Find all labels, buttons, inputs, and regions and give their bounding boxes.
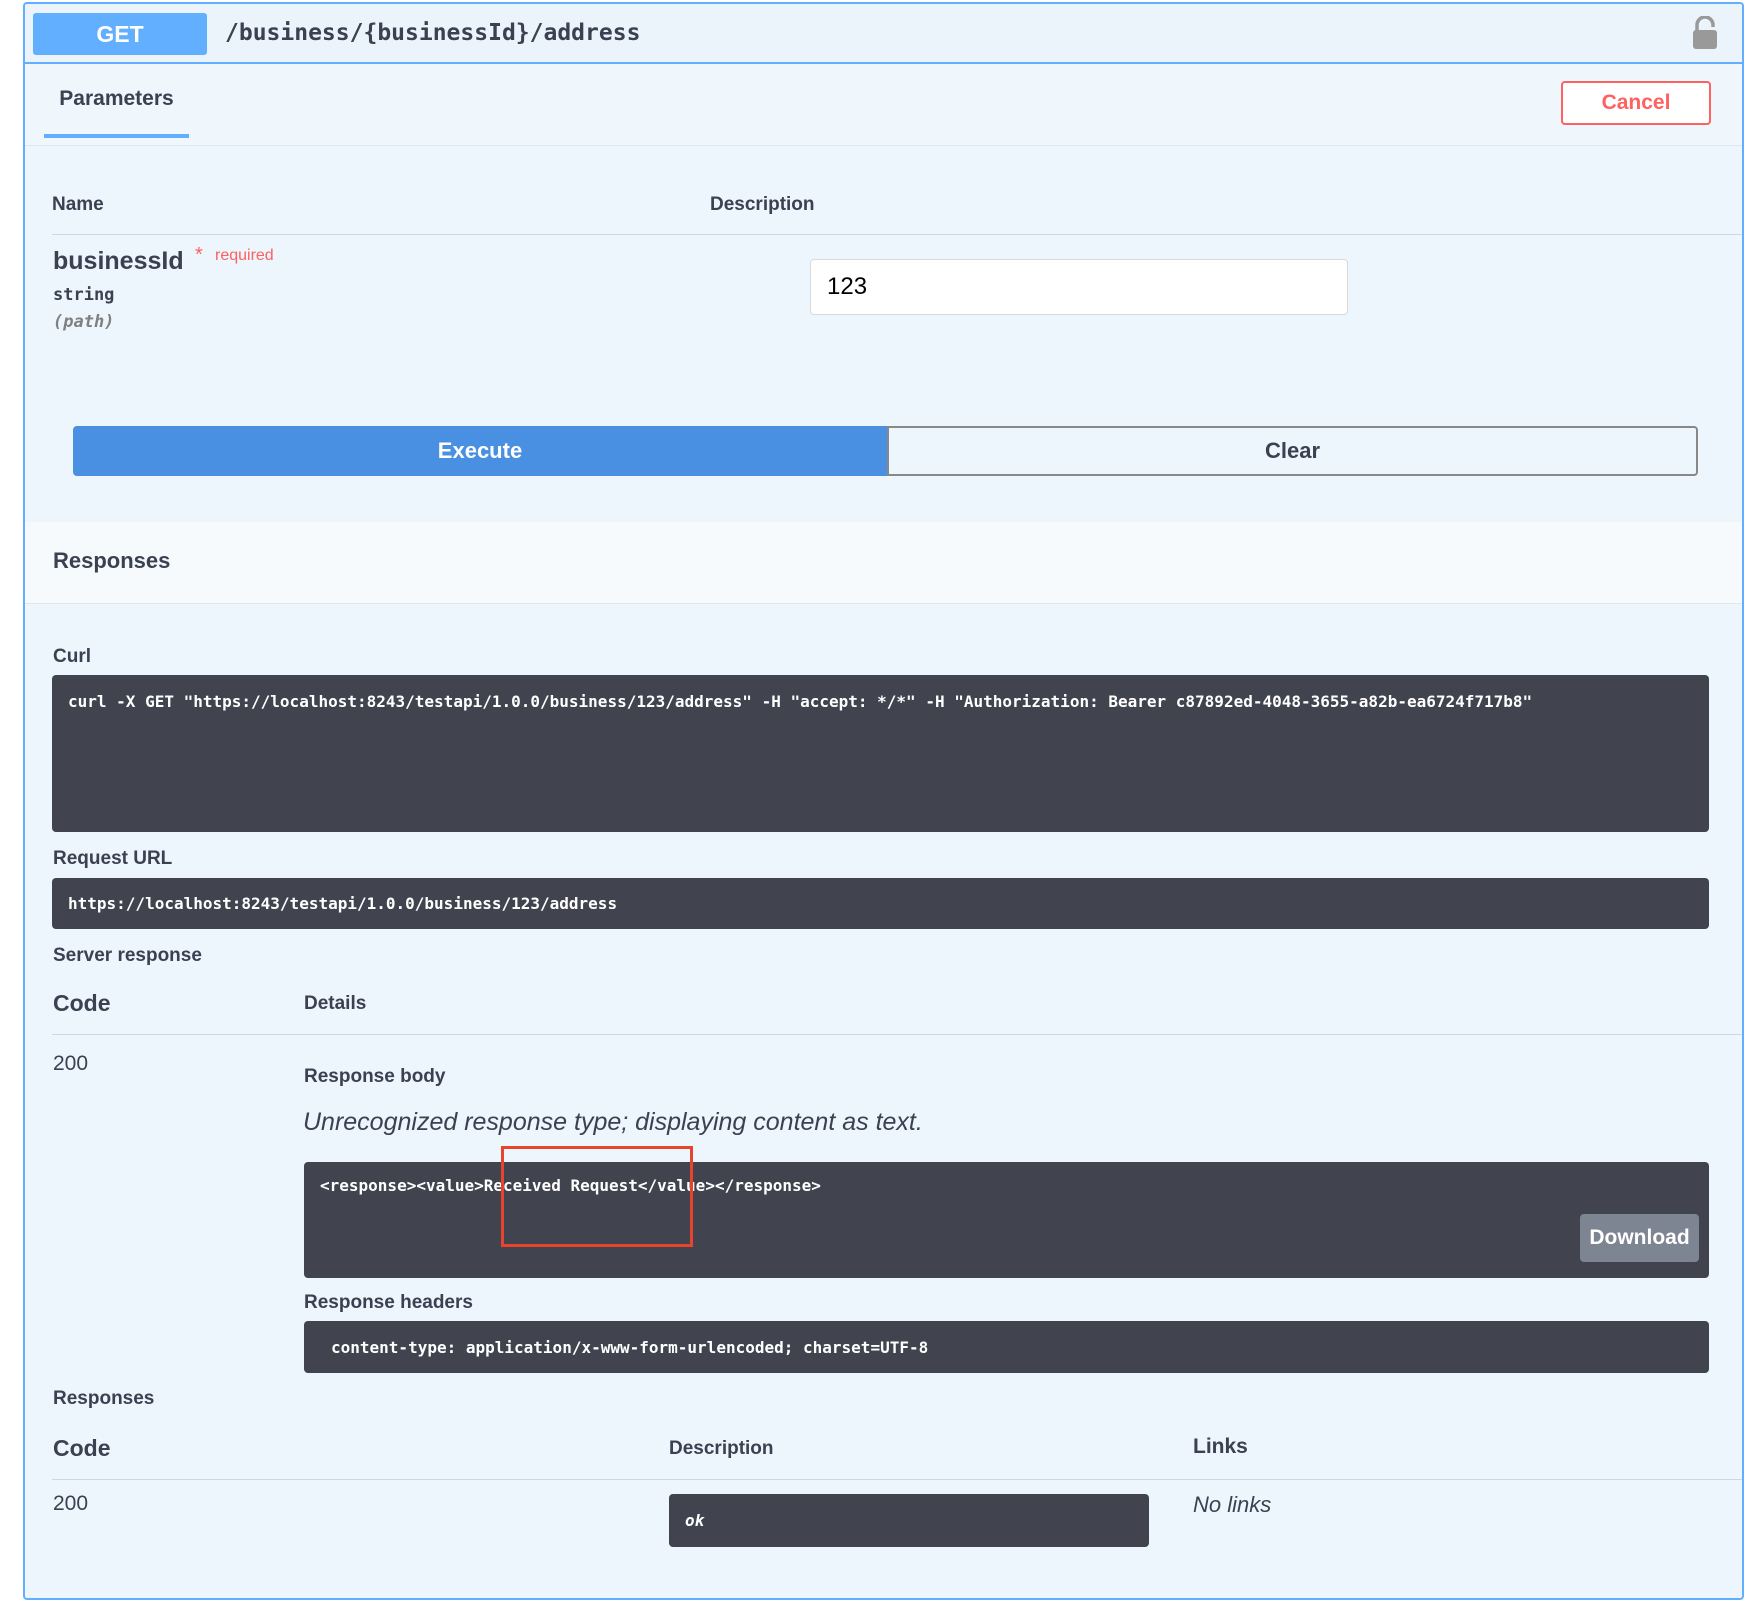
divider <box>52 234 1742 235</box>
divider <box>52 1479 1742 1480</box>
server-code-header: Code <box>53 990 111 1016</box>
curl-command-block[interactable]: curl -X GET "https://localhost:8243/test… <box>52 675 1709 832</box>
operation-panel: GET /business/{businessId}/address Param… <box>23 2 1744 1600</box>
response-body-label: Response body <box>304 1066 446 1087</box>
execute-button[interactable]: Execute <box>73 426 887 476</box>
unrecognized-response-note: Unrecognized response type; displaying c… <box>303 1108 923 1136</box>
highlight-annotation <box>501 1146 693 1247</box>
curl-label: Curl <box>53 646 91 667</box>
documented-response-links: No links <box>1193 1492 1272 1517</box>
clear-button[interactable]: Clear <box>887 426 1698 476</box>
documented-description-header: Description <box>669 1438 774 1459</box>
parameters-header: Parameters Cancel <box>25 64 1742 146</box>
parameter-type: string <box>53 285 115 305</box>
request-url-label: Request URL <box>53 848 173 869</box>
endpoint-path: /business/{businessId}/address <box>225 20 641 46</box>
response-headers-label: Response headers <box>304 1292 473 1313</box>
response-code: 200 <box>53 1052 89 1075</box>
documented-response-code: 200 <box>53 1492 89 1515</box>
http-method-badge: GET <box>33 13 207 55</box>
responses-title: Responses <box>53 548 171 573</box>
execute-wrapper: Execute Clear <box>73 426 1698 476</box>
request-url-block[interactable]: https://localhost:8243/testapi/1.0.0/bus… <box>52 878 1709 929</box>
response-headers-text: content-type: application/x-www-form-url… <box>331 1337 929 1357</box>
documented-links-header: Links <box>1193 1435 1248 1458</box>
server-details-header: Details <box>304 993 367 1014</box>
business-id-input[interactable] <box>810 259 1348 315</box>
documented-responses-title: Responses <box>53 1388 155 1409</box>
tab-parameters[interactable]: Parameters <box>44 64 189 138</box>
column-header-name: Name <box>52 194 104 215</box>
response-headers-block[interactable]: content-type: application/x-www-form-url… <box>304 1321 1709 1373</box>
required-marker: * <box>195 244 203 266</box>
download-button[interactable]: Download <box>1580 1214 1699 1262</box>
documented-code-header: Code <box>53 1435 111 1461</box>
divider <box>52 1034 1742 1035</box>
cancel-button[interactable]: Cancel <box>1561 81 1711 125</box>
column-header-description: Description <box>710 194 815 215</box>
documented-response-description: ok <box>669 1494 1149 1547</box>
lock-icon[interactable] <box>1690 16 1720 50</box>
request-url-text: https://localhost:8243/testapi/1.0.0/bus… <box>68 894 618 913</box>
responses-header: Responses <box>25 522 1742 604</box>
required-label: required <box>215 247 274 264</box>
parameter-location: (path) <box>53 312 115 332</box>
parameter-name: businessId <box>53 247 184 275</box>
operation-summary-bar[interactable]: GET /business/{businessId}/address <box>25 4 1742 64</box>
documented-response-description-text: ok <box>685 1511 705 1530</box>
server-response-label: Server response <box>53 945 202 966</box>
